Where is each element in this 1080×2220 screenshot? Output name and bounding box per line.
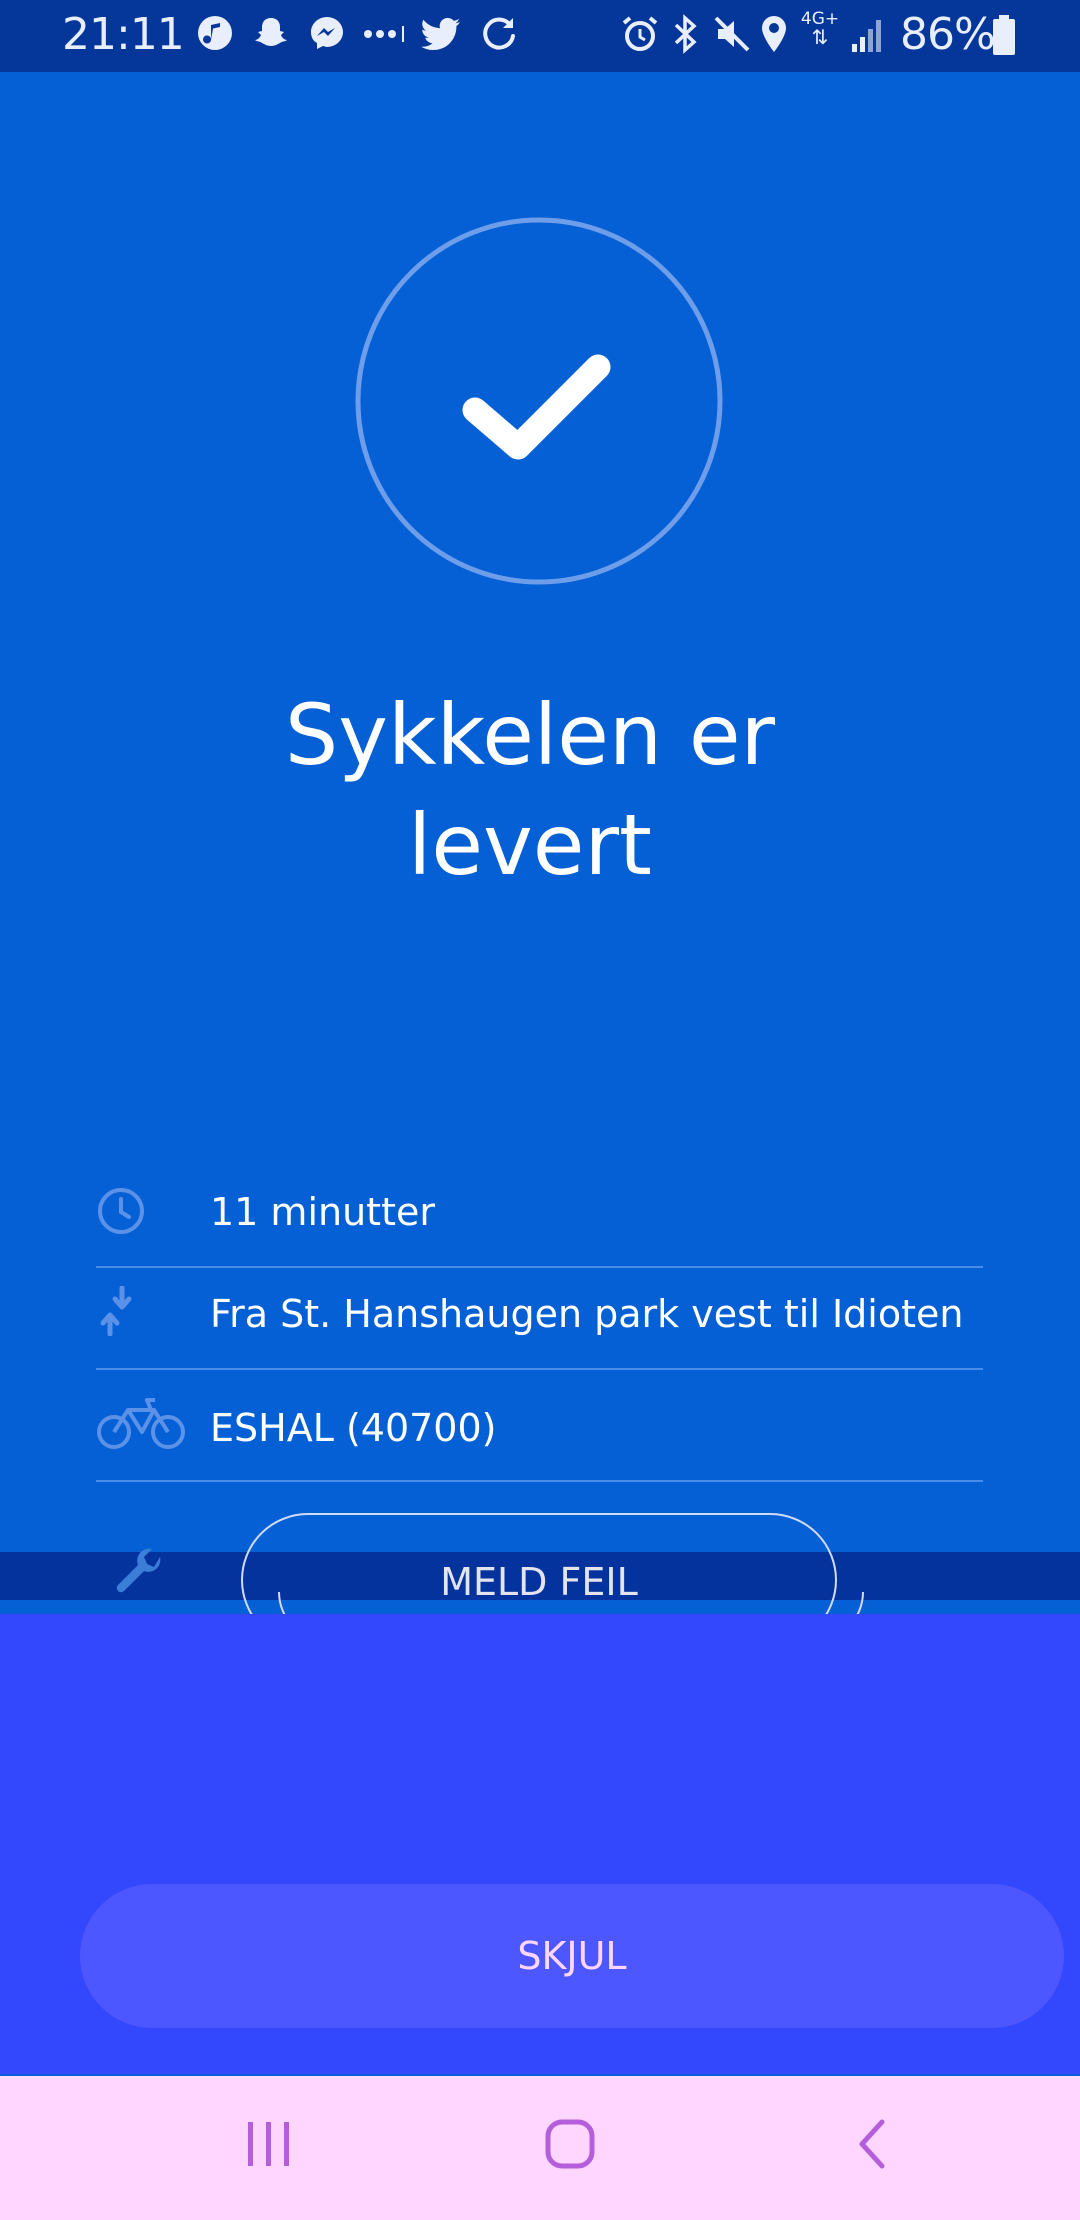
page-title: Sykkelen er levert — [200, 680, 860, 900]
bicycle-icon — [97, 1398, 185, 1449]
mute-icon — [714, 16, 750, 52]
alarm-icon — [622, 16, 658, 51]
battery-percentage: 86% — [900, 9, 996, 60]
home-icon[interactable] — [544, 2114, 596, 2174]
snapchat-icon — [255, 18, 287, 46]
location-icon — [762, 16, 786, 52]
checkmark-icon — [355, 217, 723, 585]
recent-apps-icon[interactable] — [244, 2114, 294, 2174]
back-icon[interactable] — [852, 2114, 892, 2174]
signal-icon — [852, 20, 881, 52]
twitter-icon — [421, 17, 460, 51]
route-icon — [100, 1286, 132, 1336]
trip-duration: 11 minutter — [210, 1190, 435, 1234]
status-bar: 21:11 4G+ ⇅ 86% — [0, 0, 1080, 72]
battery-icon — [993, 15, 1015, 55]
more-notifications-icon — [364, 26, 404, 42]
wrench-icon — [116, 1548, 161, 1593]
clock-icon — [98, 1188, 144, 1234]
music-icon — [198, 16, 232, 50]
trip-route: Fra St. Hanshaugen park vest til Idioten — [210, 1292, 964, 1336]
trip-duration-row: 11 minutter — [96, 1156, 983, 1268]
network-type: 4G+ ⇅ — [800, 9, 840, 49]
bluetooth-icon — [674, 14, 697, 54]
sync-icon — [483, 17, 515, 50]
title-line-1: Sykkelen er — [284, 686, 776, 784]
messenger-icon — [311, 17, 343, 49]
navigation-bar — [0, 2076, 1080, 2220]
status-time: 21:11 — [62, 9, 185, 60]
title-line-2: levert — [408, 796, 652, 894]
trip-route-row: Fra St. Hanshaugen park vest til Idioten — [96, 1258, 983, 1370]
hide-button[interactable]: SKJUL — [80, 1884, 1064, 2028]
bike-id-row: ESHAL (40700) — [96, 1370, 983, 1482]
bike-id: ESHAL (40700) — [210, 1406, 497, 1450]
